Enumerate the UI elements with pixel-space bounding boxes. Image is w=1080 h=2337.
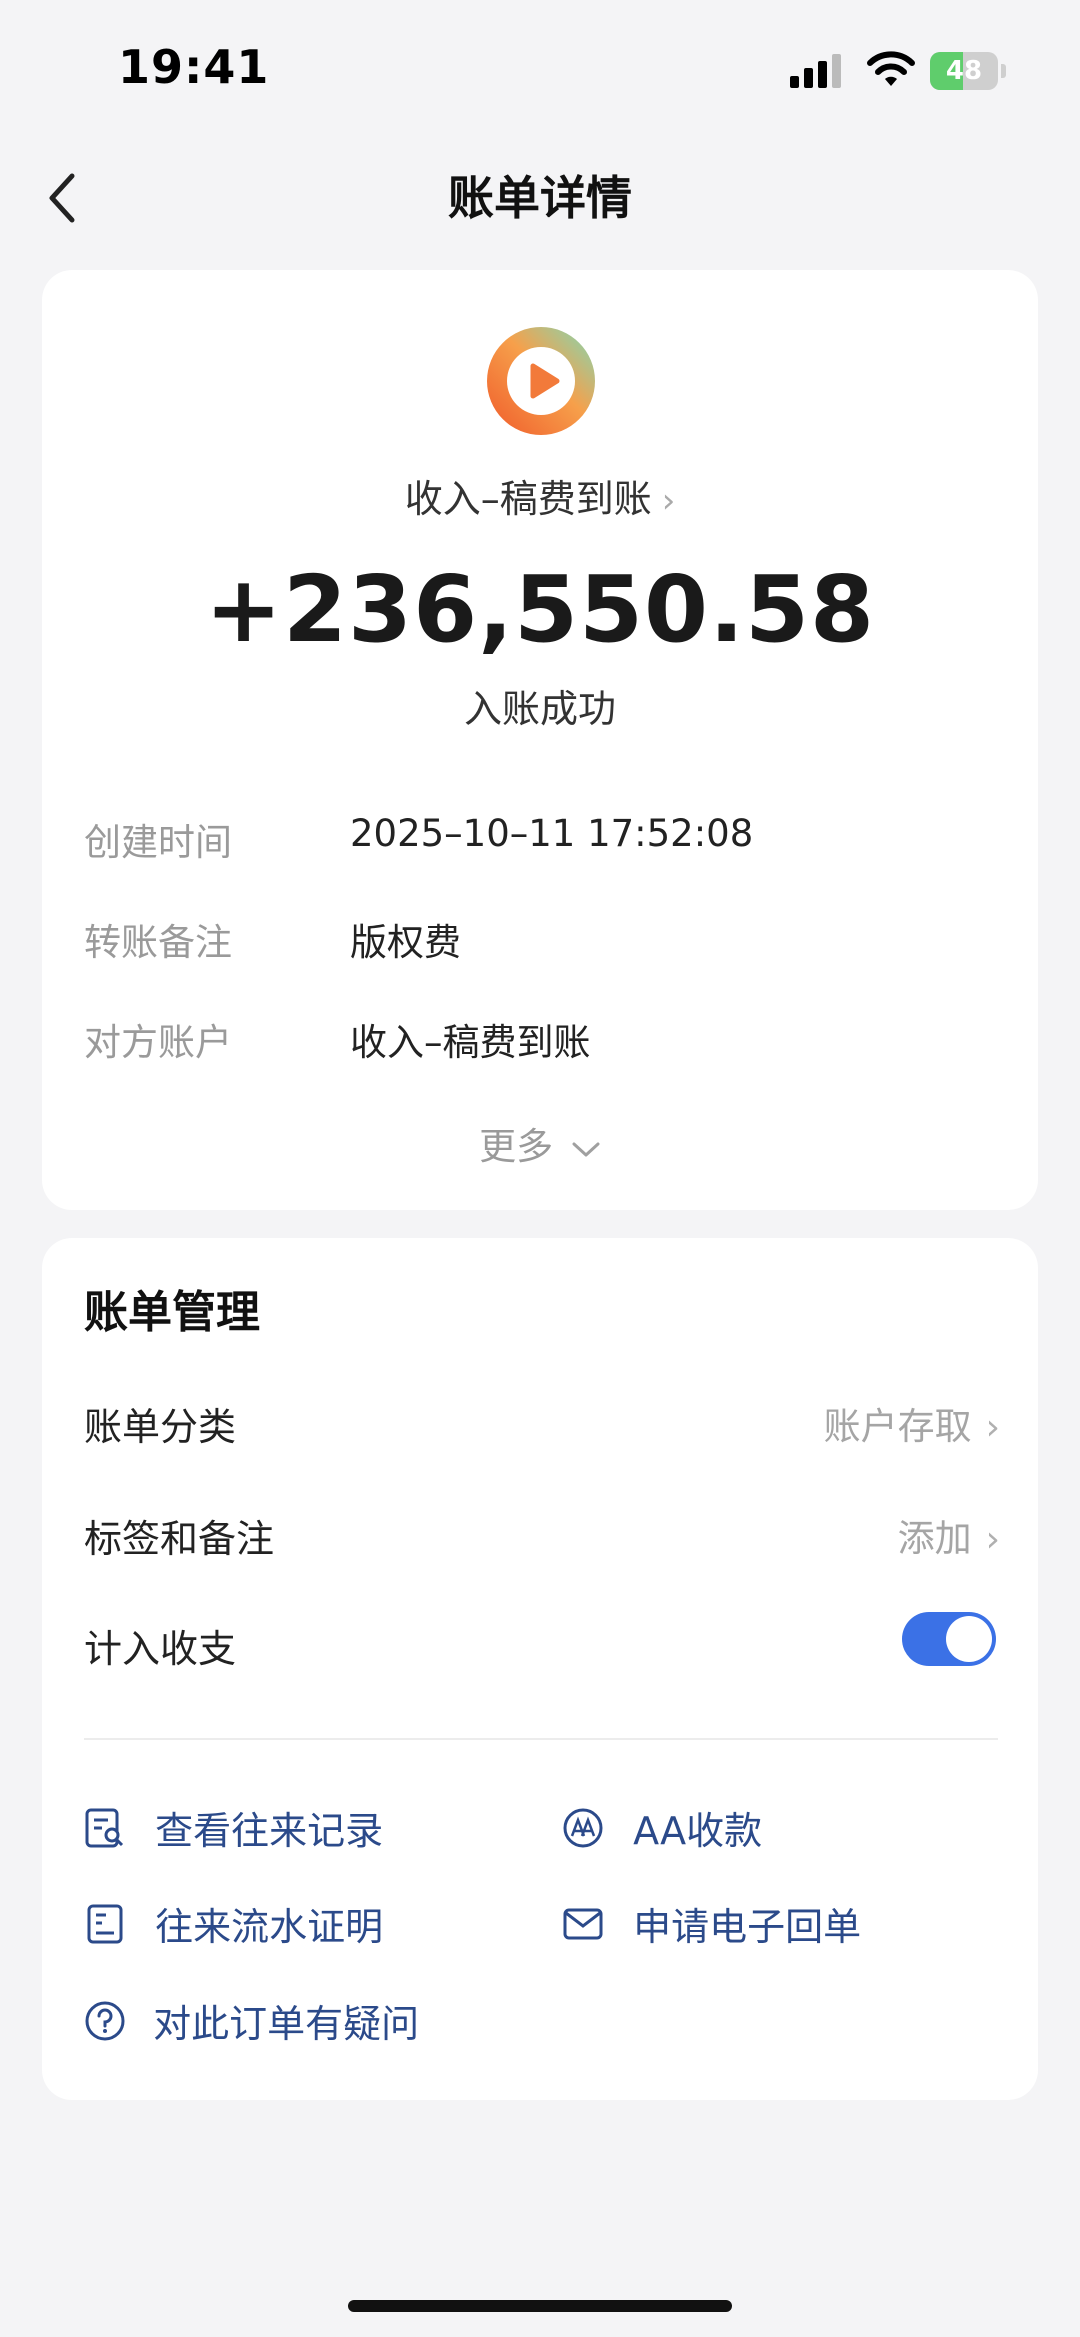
category-label: 账单分类 bbox=[84, 1405, 237, 1449]
detail-value-remark: 版权费 bbox=[350, 921, 461, 964]
play-icon bbox=[487, 327, 595, 435]
aa-collect-link[interactable]: AA收款 bbox=[562, 1800, 762, 1855]
document-search-icon bbox=[85, 1808, 124, 1847]
question-label: 对此订单有疑问 bbox=[153, 2002, 420, 2046]
chevron-right-icon: › bbox=[985, 1407, 1000, 1448]
flow-proof-label: 往来流水证明 bbox=[155, 1905, 384, 1949]
detail-label-account: 对方账户 bbox=[84, 1021, 232, 1064]
question-circle-icon bbox=[85, 2001, 125, 2040]
aa-collect-label: AA收款 bbox=[633, 1809, 763, 1853]
detail-label-remark: 转账备注 bbox=[84, 921, 232, 964]
chevron-right-icon: › bbox=[985, 1519, 1000, 1560]
merchant-link[interactable]: 收入–稿费到账 › bbox=[0, 468, 1080, 523]
tags-label: 标签和备注 bbox=[84, 1517, 275, 1561]
category-value: 账户存取 bbox=[823, 1405, 972, 1448]
status-time: 19:41 bbox=[118, 40, 270, 94]
flow-proof-link[interactable]: 往来流水证明 bbox=[84, 1896, 383, 1951]
count-in-budget-label: 计入收支 bbox=[84, 1627, 237, 1671]
detail-value-account: 收入–稿费到账 bbox=[350, 1021, 591, 1064]
battery-level: 48 bbox=[945, 56, 983, 86]
e-receipt-label: 申请电子回单 bbox=[633, 1905, 862, 1949]
transaction-amount: +236,550.58 bbox=[204, 556, 876, 663]
more-button[interactable]: 更多 bbox=[0, 1116, 1080, 1170]
detail-value-created: 2025–10–11 17:52:08 bbox=[350, 812, 754, 855]
more-label: 更多 bbox=[479, 1125, 554, 1168]
chevron-down-icon bbox=[572, 1142, 600, 1156]
merchant-name: 收入–稿费到账 bbox=[404, 477, 652, 521]
view-records-link[interactable]: 查看往来记录 bbox=[84, 1800, 383, 1855]
e-receipt-link[interactable]: 申请电子回单 bbox=[562, 1896, 861, 1951]
cellular-signal-icon bbox=[790, 54, 842, 88]
category-row[interactable]: 账户存取 › bbox=[824, 1396, 1000, 1450]
tags-row[interactable]: 添加 › bbox=[898, 1508, 1000, 1562]
view-records-label: 查看往来记录 bbox=[155, 1809, 384, 1853]
page-title: 账单详情 bbox=[448, 171, 632, 225]
count-in-budget-toggle[interactable] bbox=[902, 1612, 996, 1666]
certificate-icon bbox=[87, 1904, 123, 1943]
detail-label-created: 创建时间 bbox=[84, 821, 232, 864]
tags-value: 添加 bbox=[897, 1517, 972, 1560]
section-title: 账单管理 bbox=[84, 1287, 260, 1338]
chevron-right-icon: › bbox=[661, 481, 676, 521]
question-link[interactable]: 对此订单有疑问 bbox=[84, 1993, 419, 2048]
envelope-icon bbox=[563, 1908, 603, 1939]
wifi-icon bbox=[867, 51, 915, 86]
battery-icon: 48 bbox=[930, 52, 1006, 90]
divider bbox=[84, 1738, 998, 1740]
aa-icon bbox=[563, 1808, 603, 1847]
home-indicator[interactable] bbox=[348, 2300, 732, 2312]
transaction-status: 入账成功 bbox=[463, 687, 616, 731]
